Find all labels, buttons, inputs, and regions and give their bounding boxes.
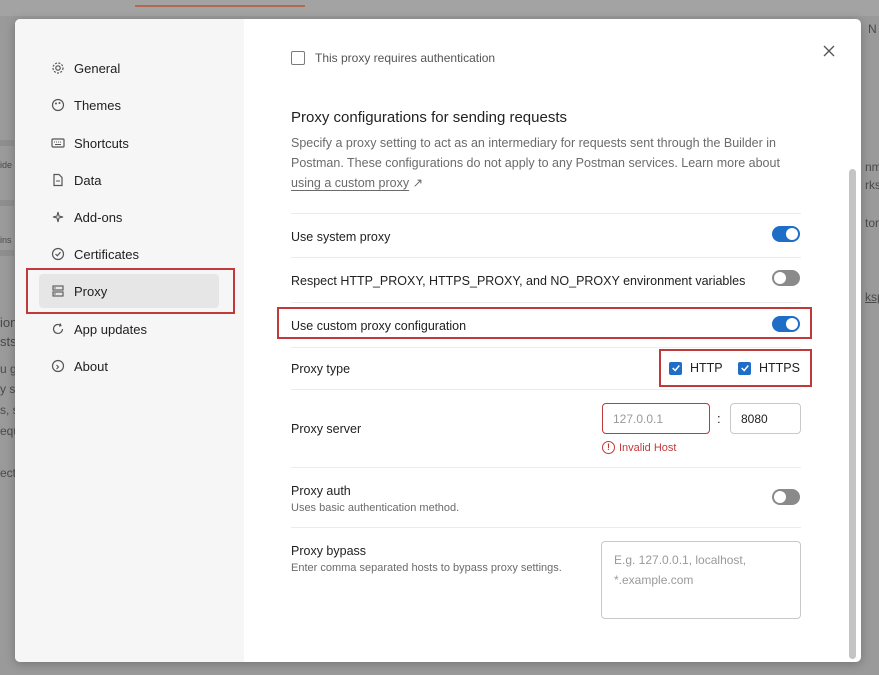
proxy-bypass-textarea[interactable]: E.g. 127.0.0.1, localhost, *.example.com — [601, 541, 801, 619]
background-tab-accent — [135, 5, 305, 7]
sidebar-item-label: Shortcuts — [74, 135, 129, 151]
background-text: N — [868, 22, 877, 36]
palette-icon — [51, 98, 65, 112]
background-text: rks — [865, 178, 879, 192]
background-bar — [0, 140, 14, 146]
section-description-text: Specify a proxy setting to act as an int… — [291, 136, 780, 170]
env-vars-label: Respect HTTP_PROXY, HTTPS_PROXY, and NO_… — [291, 274, 746, 288]
proxy-icon — [51, 284, 65, 298]
custom-proxy-label: Use custom proxy configuration — [291, 319, 467, 333]
scrollbar[interactable] — [849, 169, 856, 659]
external-link-icon: ↗ — [412, 176, 424, 190]
system-proxy-label: Use system proxy — [291, 230, 391, 244]
proxy-settings-panel: This proxy requires authentication Proxy… — [244, 19, 861, 662]
sidebar-item-data[interactable]: Data — [39, 163, 219, 197]
sidebar-item-about[interactable]: About — [39, 349, 219, 383]
env-vars-row: Respect HTTP_PROXY, HTTPS_PROXY, and NO_… — [291, 257, 801, 302]
auth-checkbox-label: This proxy requires authentication — [315, 51, 496, 65]
certificate-icon — [51, 247, 65, 261]
checkmark-icon — [738, 361, 751, 375]
sidebar-item-themes[interactable]: Themes — [39, 88, 219, 122]
http-checkbox[interactable]: HTTP — [669, 361, 723, 375]
sidebar-item-label: Add-ons — [74, 209, 123, 225]
gear-icon — [51, 61, 65, 75]
sidebar-item-general[interactable]: General — [39, 51, 219, 85]
auth-checkbox[interactable] — [291, 51, 305, 65]
settings-modal: General Themes Shortcuts Data Add-ons Ce… — [15, 19, 861, 662]
sidebar-item-certificates[interactable]: Certificates — [39, 237, 219, 271]
auth-checkbox-row[interactable]: This proxy requires authentication — [291, 51, 495, 65]
sidebar-item-shortcuts[interactable]: Shortcuts — [39, 126, 219, 160]
background-bar — [0, 250, 14, 256]
file-icon — [51, 173, 65, 187]
proxy-type-row: Proxy type HTTP HTTPS — [291, 347, 801, 390]
background-text: ect — [0, 466, 17, 480]
env-vars-toggle[interactable] — [772, 270, 800, 286]
sidebar-item-label: About — [74, 358, 108, 374]
system-proxy-toggle[interactable] — [772, 226, 800, 242]
proxy-host-input[interactable]: 127.0.0.1 — [602, 403, 710, 434]
https-label: HTTPS — [759, 361, 800, 375]
checkmark-icon — [669, 361, 682, 375]
background-text: ide — [0, 160, 13, 170]
custom-proxy-toggle[interactable] — [772, 316, 800, 332]
background-text: tors — [865, 216, 879, 230]
background-bar — [0, 200, 14, 206]
http-label: HTTP — [690, 361, 723, 375]
sidebar-item-label: Certificates — [74, 246, 140, 262]
section-description: Specify a proxy setting to act as an int… — [291, 133, 811, 193]
proxy-auth-toggle[interactable] — [772, 489, 800, 505]
custom-proxy-row: Use custom proxy configuration — [291, 302, 801, 347]
sidebar-item-proxy[interactable]: Proxy — [39, 274, 219, 308]
sidebar-item-label: Themes — [74, 97, 121, 113]
error-text: Invalid Host — [619, 441, 677, 454]
sidebar-item-label: Data — [74, 172, 102, 188]
background-text: ins — [0, 235, 12, 245]
proxy-bypass-sub: Enter comma separated hosts to bypass pr… — [291, 562, 562, 574]
background-topbar — [0, 0, 879, 16]
proxy-bypass-row: Proxy bypass Enter comma separated hosts… — [291, 527, 801, 628]
custom-proxy-link[interactable]: using a custom proxy — [291, 176, 409, 190]
invalid-host-error: ! Invalid Host — [602, 441, 676, 454]
proxy-type-label: Proxy type — [291, 362, 351, 376]
proxy-server-label: Proxy server — [291, 422, 362, 436]
sidebar-item-add-ons[interactable]: Add-ons — [39, 200, 219, 234]
background-text: ksp — [865, 290, 879, 304]
refresh-icon — [51, 322, 65, 336]
background-text: y s — [0, 382, 16, 396]
error-icon: ! — [602, 441, 615, 454]
background-text: nm — [865, 160, 879, 174]
sidebar-item-label: Proxy — [74, 283, 108, 299]
https-checkbox[interactable]: HTTPS — [738, 361, 800, 375]
proxy-auth-sub: Uses basic authentication method. — [291, 502, 460, 514]
proxy-auth-label: Proxy auth — [291, 484, 351, 498]
proxy-auth-row: Proxy auth Uses basic authentication met… — [291, 467, 801, 528]
sidebar-item-label: App updates — [74, 321, 148, 337]
system-proxy-row: Use system proxy — [291, 213, 801, 258]
sparkle-icon — [51, 210, 65, 224]
proxy-bypass-label: Proxy bypass — [291, 544, 367, 558]
sidebar-item-label: General — [74, 60, 121, 76]
section-title: Proxy configurations for sending request… — [291, 109, 567, 126]
settings-sidebar: General Themes Shortcuts Data Add-ons Ce… — [15, 19, 244, 662]
keyboard-icon — [51, 136, 65, 150]
proxy-server-row: Proxy server 127.0.0.1 : 8080 ! Invalid … — [291, 389, 801, 468]
info-icon — [51, 359, 65, 373]
proxy-port-input[interactable]: 8080 — [730, 403, 801, 434]
sidebar-item-app-updates[interactable]: App updates — [39, 312, 219, 346]
host-port-separator: : — [717, 411, 721, 426]
